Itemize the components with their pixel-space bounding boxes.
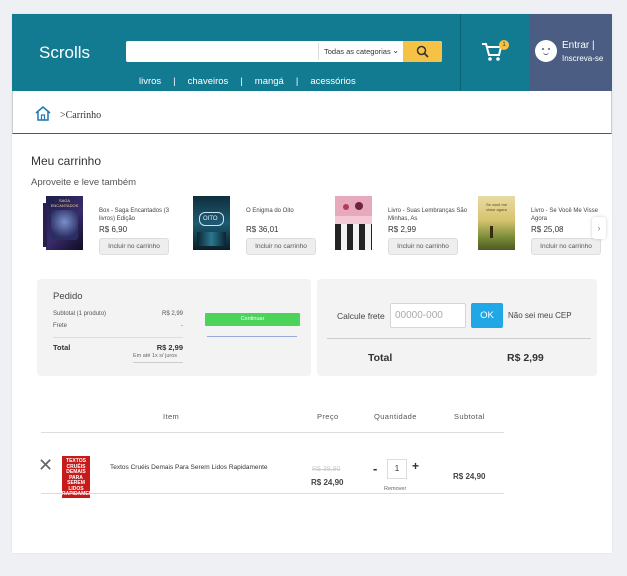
continue-button[interactable]: Continuar [205,313,300,326]
total-row: Total R$ 2,99 [53,343,183,352]
book-cover[interactable]: SAGA ENCANTADOS [43,196,83,250]
item-subtotal: R$ 24,90 [453,472,486,481]
total-label: Total [53,343,71,352]
search-input[interactable] [126,41,316,62]
page-title: Meu carrinho [31,154,102,168]
column-header-quantity: Quantidade [374,412,417,421]
suggestion-price: R$ 36,01 [246,225,279,234]
site-header: Scrolls Todas as categorias ⌄ livros | cha… [12,14,612,91]
order-title: Pedido [53,291,83,302]
chevron-right-icon: › [597,223,601,233]
cep-input[interactable] [390,303,466,328]
subtotal-value: R$ 2,99 [161,311,183,317]
search-bar: Todas as categorias ⌄ [126,41,442,62]
home-icon[interactable] [35,106,51,121]
shipping-total-label: Total [368,352,393,364]
book-cover[interactable] [335,196,372,250]
suggestion-name[interactable]: Livro - Suas Lembranças São Minhas, As [388,208,468,223]
suggestion-name[interactable]: Box - Saga Encantados (3 livros) Edição [99,208,179,223]
category-select[interactable]: Todas as categorias ⌄ [318,43,402,60]
increase-quantity-button[interactable]: + [412,459,419,473]
shipping-total-value: R$ 2,99 [507,352,544,364]
column-header-price: Preço [317,412,339,421]
column-header-subtotal: Subtotal [454,412,485,421]
suggestion-price: R$ 25,08 [531,225,564,234]
category-nav: livros | chaveiros | mangá | acessórios [139,76,356,87]
site-logo[interactable]: Scrolls [39,43,90,63]
login-area[interactable]: Entrar | Inscreva-se [529,14,612,91]
decrease-quantity-button[interactable]: - [373,461,377,476]
carousel-next-button[interactable]: › [592,217,606,239]
item-cover[interactable]: TEXTOS CRUÉIS DEMAIS PARA SEREM LIDOS RA… [62,456,99,498]
item-price: R$ 24,90 [311,478,344,487]
divider [133,362,183,363]
suggestion-price: R$ 6,90 [99,225,128,234]
subtotal-row: Subtotal (1 produto) R$ 2,99 [53,311,183,317]
add-to-cart-button[interactable]: Incluir no carrinho [531,238,601,255]
remove-item-icon[interactable]: ✕ [38,456,53,474]
divider [327,338,591,339]
search-button[interactable] [403,41,442,62]
nav-item-manga[interactable]: mangá [255,76,284,87]
search-icon [416,45,429,58]
shipping-calculator: Calcule frete OK Não sei meu CEP Total R… [317,279,597,376]
shipping-calc-label: Calcule frete [337,311,385,321]
shipping-label: Frete [53,323,68,329]
avatar [535,40,557,62]
chevron-down-icon: ⌄ [392,46,399,55]
cart-button[interactable]: 1 [460,14,529,91]
divider [207,336,297,337]
add-to-cart-button[interactable]: Incluir no carrinho [99,238,169,255]
total-value: R$ 2,99 [156,343,183,352]
ok-button[interactable]: OK [471,303,503,328]
shipping-value: - [181,323,183,329]
quantity-input[interactable]: 1 [387,459,407,479]
add-to-cart-button[interactable]: Incluir no carrinho [388,238,458,255]
suggestions-title: Aproveite e leve também [31,177,137,188]
divider [53,337,183,338]
suggestion-card: Livro - Suas Lembranças São Minhas, As R… [335,196,475,256]
breadcrumb-current: >Carrinho [60,110,102,121]
category-select-value: Todas as categorias [324,47,391,56]
nav-item-chaveiros[interactable]: chaveiros [188,76,229,87]
suggestion-price: R$ 2,99 [388,225,417,234]
column-header-item: Item [163,412,180,421]
breadcrumb: >Carrinho [12,91,612,134]
add-to-cart-button[interactable]: Incluir no carrinho [246,238,316,255]
item-title[interactable]: Textos Cruéis Demais Para Serem Lidos Ra… [110,464,268,471]
book-cover[interactable]: Se você me visse agora [478,196,515,250]
installments-text: Em até 1x s/ juros [133,353,178,359]
subtotal-label: Subtotal (1 produto) [53,311,107,317]
suggestion-card: SAGA ENCANTADOS Box - Saga Encantados (3… [43,196,186,256]
no-cep-link[interactable]: Não sei meu CEP [508,311,572,320]
table-divider [41,493,504,494]
login-link[interactable]: Entrar | [562,40,595,51]
cart-count-badge: 1 [499,40,509,50]
item-old-price: R$ 39,90 [312,466,341,473]
book-cover[interactable]: OITO [193,196,230,250]
remove-link[interactable]: Remover [384,486,406,492]
signup-link[interactable]: Inscreva-se [562,54,603,63]
suggestion-card: OITO O Enigma do Oito R$ 36,01 Incluir n… [193,196,333,256]
shipping-row: Frete - [53,323,183,329]
table-divider [41,432,504,433]
nav-item-acessorios[interactable]: acessórios [310,76,355,87]
suggestion-name[interactable]: O Enigma do Oito [246,208,326,216]
page: Scrolls Todas as categorias ⌄ livros | cha… [12,14,612,553]
order-summary: Pedido Subtotal (1 produto) R$ 2,99 Fret… [37,279,311,376]
nav-item-livros[interactable]: livros [139,76,161,87]
